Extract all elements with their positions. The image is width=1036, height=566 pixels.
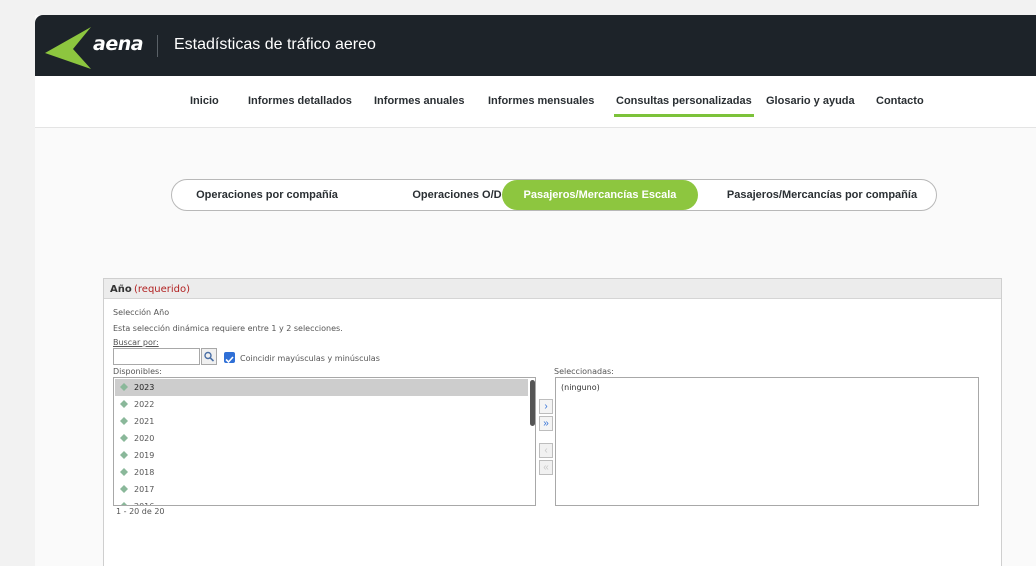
selected-empty-text: (ninguno) [561, 383, 600, 392]
selection-subtitle: Selección Año [113, 308, 170, 317]
search-button[interactable] [201, 348, 217, 365]
search-label: Buscar por: [113, 338, 159, 347]
diamond-icon [120, 434, 128, 442]
list-item[interactable]: 2023 [115, 379, 528, 396]
list-item[interactable]: 2018 [115, 464, 528, 481]
tab-operaciones-compania[interactable]: Operaciones por compañía [182, 180, 352, 210]
year-label: 2017 [134, 485, 155, 494]
available-list[interactable]: 2023 2022 2021 2020 2019 2018 2017 2016 [113, 377, 536, 506]
brand-divider [157, 35, 158, 57]
diamond-icon [120, 417, 128, 425]
app-title: Estadísticas de tráfico aereo [174, 36, 376, 53]
panel-header: Año (requerido) [104, 279, 1001, 299]
main-nav: Inicio Informes detallados Informes anua… [35, 76, 1036, 128]
brand-name[interactable]: aena [93, 33, 144, 55]
checkmark-icon [225, 356, 234, 364]
nav-item-informes-detallados[interactable]: Informes detallados [248, 95, 352, 107]
move-right-icon: › [544, 401, 548, 412]
list-item[interactable]: 2022 [115, 396, 528, 413]
diamond-icon [120, 400, 128, 408]
page: aena Estadísticas de tráfico aereo Inici… [35, 15, 1036, 566]
year-label: 2016 [134, 502, 154, 505]
selected-label: Seleccionadas: [554, 367, 614, 376]
move-right-button[interactable]: › [539, 399, 553, 414]
diamond-icon [121, 502, 127, 505]
tab-pasajeros-mercancias-compania[interactable]: Pasajeros/Mercancías por compañía [716, 180, 928, 210]
nav-item-informes-mensuales[interactable]: Informes mensuales [488, 95, 594, 107]
list-item[interactable]: 2019 [115, 447, 528, 464]
year-label: 2021 [134, 417, 155, 426]
query-tabs: Operaciones por compañía Operaciones O/D… [171, 179, 937, 211]
year-label: 2019 [134, 451, 155, 460]
nav-item-informes-anuales[interactable]: Informes anuales [374, 95, 464, 107]
list-scrollbar[interactable] [530, 380, 535, 426]
year-label: 2018 [134, 468, 155, 477]
move-all-left-icon: « [543, 462, 549, 473]
move-all-right-button[interactable]: » [539, 416, 553, 431]
move-all-left-button[interactable]: « [539, 460, 553, 475]
move-left-icon: ‹ [544, 445, 548, 456]
year-label: 2022 [134, 400, 155, 409]
diamond-icon [120, 451, 128, 459]
move-all-right-icon: » [543, 418, 549, 429]
diamond-icon [120, 468, 128, 476]
top-bar: aena Estadísticas de tráfico aereo [35, 15, 1036, 76]
year-label: 2023 [134, 383, 155, 392]
year-label: 2020 [134, 434, 155, 443]
nav-item-contacto[interactable]: Contacto [876, 95, 924, 107]
selection-description: Esta selección dinámica requiere entre 1… [113, 324, 343, 333]
list-item[interactable]: 2020 [115, 430, 528, 447]
match-case-label: Coincidir mayúsculas y minúsculas [240, 354, 380, 363]
list-item[interactable]: 2021 [115, 413, 528, 430]
diamond-icon [120, 383, 128, 391]
aena-logo-icon[interactable] [43, 25, 95, 71]
move-left-button[interactable]: ‹ [539, 443, 553, 458]
nav-item-inicio[interactable]: Inicio [190, 95, 219, 107]
nav-item-glosario-ayuda[interactable]: Glosario y ayuda [766, 95, 855, 107]
search-icon [204, 351, 215, 362]
tab-pasajeros-mercancias-escala[interactable]: Pasajeros/Mercancías Escala [502, 180, 698, 210]
match-case-checkbox[interactable] [224, 352, 235, 364]
diamond-icon [120, 485, 128, 493]
search-input[interactable] [113, 348, 200, 365]
list-count: 1 - 20 de 20 [116, 507, 165, 516]
list-item[interactable]: 2017 [115, 481, 528, 498]
panel-title: Año [110, 284, 132, 295]
available-label: Disponibles: [113, 367, 162, 376]
required-label: (requerido) [134, 284, 191, 295]
selected-list[interactable]: (ninguno) [555, 377, 979, 506]
list-item[interactable]: 2016 [115, 498, 528, 505]
nav-item-consultas-personalizadas[interactable]: Consultas personalizadas [614, 95, 754, 117]
